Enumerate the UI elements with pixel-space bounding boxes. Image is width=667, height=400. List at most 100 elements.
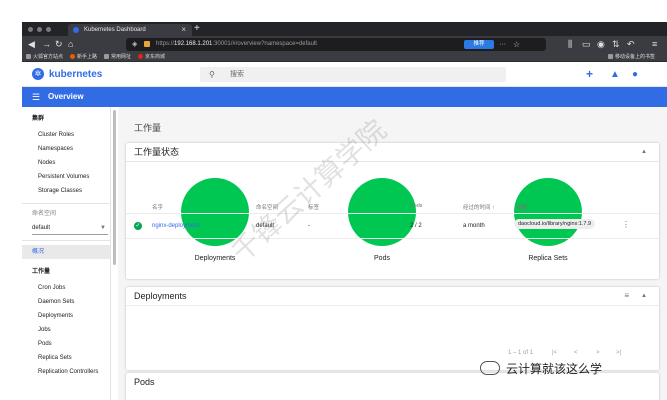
bookmark-firefox[interactable]: 火狐官方站点 (26, 53, 63, 62)
app-header: ✲ kubernetes ⚲ 搜索 + ▲ ● (22, 62, 667, 87)
sidebar-header-cluster[interactable]: 集群 (22, 114, 110, 124)
bookmark-jd[interactable]: 京东商城 (138, 53, 165, 62)
sidebar-item-pods[interactable]: Pods (22, 339, 110, 349)
sidebar-item-cluster-roles[interactable]: Cluster Roles (22, 130, 110, 140)
wechat-watermark-text: 云计算就该这么学 (506, 362, 603, 376)
sidebar-item-persistent-volumes[interactable]: Persistent Volumes (22, 172, 110, 182)
tab-title: Kubernetes Dashboard (84, 27, 146, 33)
sidebar-header-workloads[interactable]: 工作量 (22, 267, 110, 277)
back-icon[interactable]: ◀ (28, 38, 35, 51)
sidebar-divider (22, 240, 110, 241)
card-title: Pods (134, 377, 155, 387)
card-title: Deployments (134, 291, 187, 301)
recommend-button[interactable]: 推荐 (464, 40, 494, 49)
replica-sets-status-chart[interactable] (514, 178, 582, 246)
home-icon[interactable]: ⌂ (68, 38, 73, 51)
sidebar-item-replica-sets[interactable]: Replica Sets (22, 353, 110, 363)
status-ok-icon: ✓ (134, 222, 142, 230)
sidebar-item-overview[interactable]: 概况 (22, 245, 110, 259)
extension-icon[interactable]: ⇅ (612, 38, 620, 51)
search-box[interactable]: ⚲ 搜索 (200, 67, 506, 82)
page-toolbar: ☰ Overview (22, 87, 667, 107)
sidebar-item-replication-controllers[interactable]: Replication Controllers (22, 367, 110, 377)
bookmark-newbie[interactable]: 新手上路 (70, 53, 97, 62)
collapse-icon[interactable]: ▲ (641, 287, 647, 305)
jd-icon (138, 54, 143, 59)
page-actions-icon[interactable]: ··· (499, 38, 506, 51)
caret-down-icon: ▼ (100, 225, 106, 231)
replica-sets-chart-label: Replica Sets (528, 255, 568, 262)
folder-icon (26, 54, 31, 59)
window-minimize-dot[interactable] (37, 27, 42, 32)
pods-status-chart[interactable] (348, 178, 416, 246)
sidebar-item-storage-classes[interactable]: Storage Classes (22, 186, 110, 196)
column-header-image[interactable]: 镜像 (516, 203, 527, 211)
sort-arrow-icon[interactable]: ↑ (492, 205, 495, 211)
user-account-icon[interactable]: ● (632, 62, 638, 87)
sidebar-item-namespaces[interactable]: Namespaces (22, 144, 110, 154)
column-header-age[interactable]: 经过的时间 ↑ (463, 203, 495, 211)
undo-icon[interactable]: ↶ (627, 38, 635, 51)
folder-icon (608, 54, 613, 59)
url-text[interactable]: https://192.168.1.201:30001/#/overview?n… (156, 38, 317, 51)
tab-close-icon[interactable]: × (181, 24, 186, 36)
deployment-name-link[interactable]: nginx-deployment (152, 223, 199, 229)
last-page-icon[interactable]: >| (616, 350, 621, 356)
filter-icon[interactable]: ≡ (624, 287, 629, 305)
browser-navbar: ◀ → ↻ ⌂ ◈ https://192.168.1.201:30001/#/… (22, 36, 667, 53)
search-icon: ⚲ (209, 70, 215, 79)
lock-warning-icon[interactable] (144, 41, 150, 47)
namespace-select[interactable]: default ▼ (32, 221, 108, 235)
first-page-icon[interactable]: |< (552, 350, 557, 356)
library-icon[interactable]: ⫼ (568, 38, 572, 51)
kubernetes-logo-icon[interactable]: ✲ (32, 68, 44, 80)
new-tab-button[interactable]: + (194, 22, 200, 35)
deployment-labels: - (308, 223, 310, 229)
hamburger-menu-icon[interactable]: ☰ (32, 87, 40, 107)
shield-icon[interactable]: ◈ (132, 38, 137, 51)
sidebar-item-jobs[interactable]: Jobs (22, 325, 110, 335)
sidebar-item-cron-jobs[interactable]: Cron Jobs (22, 283, 110, 293)
notifications-icon[interactable]: ▲ (610, 62, 620, 87)
window-close-dot[interactable] (28, 27, 33, 32)
kubernetes-favicon-icon (73, 27, 79, 33)
account-icon[interactable]: ◉ (597, 38, 605, 51)
brand-name[interactable]: kubernetes (49, 62, 102, 87)
card-divider (126, 161, 659, 162)
pagination-range: 1 – 1 of 1 (508, 350, 534, 356)
deployment-image: daocloud.io/library/nginx:1.7.9 (514, 219, 596, 229)
bookmark-mobile[interactable]: 移动设备上的书签 (608, 53, 655, 62)
sidebar-toggle-icon[interactable]: ▭ (582, 38, 591, 51)
image-chip: daocloud.io/library/nginx:1.7.9 (514, 219, 596, 229)
menu-icon[interactable]: ≡ (652, 38, 657, 51)
sidebar-item-daemon-sets[interactable]: Daemon Sets (22, 297, 110, 307)
sidebar-scrollbar[interactable] (113, 110, 116, 265)
sidebar-item-nodes[interactable]: Nodes (22, 158, 110, 168)
namespace-label: 命名空间 (32, 211, 57, 217)
sidebar-divider (22, 203, 110, 204)
browser-tab[interactable]: Kubernetes Dashboard × (68, 24, 192, 36)
forward-icon[interactable]: → (42, 38, 51, 51)
pods-chart-label: Pods (374, 255, 390, 262)
next-page-icon[interactable]: > (596, 350, 600, 356)
column-header-name[interactable]: 名字 (152, 203, 163, 211)
collapse-icon[interactable]: ▲ (641, 143, 647, 161)
bookmark-common[interactable]: 常用网址 (104, 53, 131, 62)
row-actions-icon[interactable]: ⋮ (622, 220, 630, 229)
table-header-divider (126, 213, 659, 214)
deployment-age: a month (463, 223, 485, 229)
search-input[interactable]: 搜索 (230, 67, 244, 82)
card-title: 工作量状态 (134, 147, 180, 157)
sidebar-item-deployments[interactable]: Deployments (22, 311, 110, 321)
create-icon[interactable]: + (586, 62, 593, 87)
bookmark-star-icon[interactable]: ☆ (513, 38, 520, 51)
bookmarks-bar: 火狐官方站点 新手上路 常用网址 京东商城 移动设备上的书签 (22, 53, 667, 62)
url-bar[interactable]: ◈ https://192.168.1.201:30001/#/overview… (126, 38, 546, 51)
reload-icon[interactable]: ↻ (55, 38, 63, 51)
toolbar-title: Overview (48, 92, 84, 101)
sidebar-nav: 集群 Cluster Roles Namespaces Nodes Persis… (22, 107, 111, 400)
window-zoom-dot[interactable] (46, 27, 51, 32)
previous-page-icon[interactable]: < (574, 350, 578, 356)
column-header-pods[interactable]: Pods (410, 203, 423, 209)
folder-icon (104, 54, 109, 59)
